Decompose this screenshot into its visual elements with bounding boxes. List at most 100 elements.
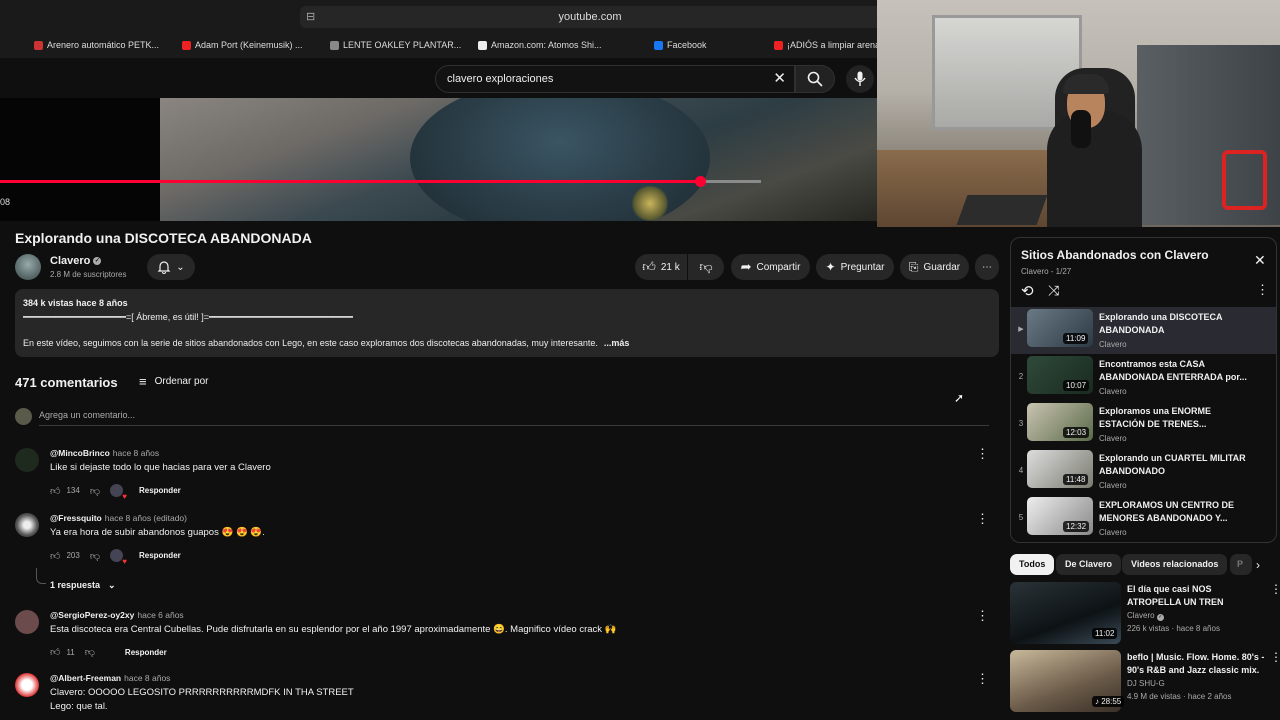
dislike-button[interactable]: 👎︎ — [688, 254, 724, 280]
creator-heart-icon — [109, 549, 127, 566]
address-bar[interactable]: ⊟ youtube.com — [300, 6, 880, 28]
reply-button[interactable]: Responder — [139, 551, 181, 560]
comment-menu-icon[interactable]: ⋮ — [976, 608, 989, 624]
duration-badge: 10:07 — [1063, 380, 1090, 391]
like-count: 134 — [66, 486, 80, 495]
comment-text: Ya era hora de subir abandonos guapos 😍 … — [50, 527, 265, 538]
chip-related[interactable]: Videos relacionados — [1122, 554, 1228, 575]
save-button[interactable]: ⎘ Guardar — [900, 254, 969, 280]
notification-bell-button[interactable]: ⌄ — [147, 254, 195, 280]
commenter-avatar[interactable] — [15, 610, 39, 634]
playlist-menu-icon[interactable]: ⋮ — [1256, 282, 1269, 298]
bookmark-6[interactable]: ¡ADIÓS a limpiar arena — [774, 40, 880, 50]
share-button[interactable]: ➦ Compartir — [731, 254, 810, 280]
playlist-item[interactable]: ▶ 11:09 Explorando una DISCOTECA ABANDON… — [1011, 307, 1276, 354]
bookmark-2[interactable]: Adam Port (Keinemusik) ... — [182, 40, 303, 50]
comment-time[interactable]: hace 6 años — [137, 610, 183, 620]
thumbs-down-icon[interactable]: 👎︎ — [85, 646, 95, 658]
comment-text: Esta discoteca era Central Cubellas. Pud… — [50, 624, 617, 635]
chip-overflow[interactable]: P — [1230, 554, 1252, 575]
bookmark-5[interactable]: Facebook — [654, 40, 707, 50]
duration-badge: 11:02 — [1092, 628, 1118, 639]
channel-name[interactable]: Clavero ✓ — [50, 255, 102, 267]
shuffle-icon[interactable]: ⤨ — [1048, 282, 1059, 299]
like-count: 203 — [66, 551, 80, 560]
thumbs-up-icon[interactable]: 👍︎ — [50, 646, 60, 658]
more-actions-button[interactable]: ⋯ — [975, 254, 999, 280]
search-icon — [807, 71, 823, 87]
comment-menu-icon[interactable]: ⋮ — [976, 671, 989, 687]
related-channel: Clavero ✓ — [1127, 611, 1164, 621]
close-icon[interactable]: ✕ — [1254, 252, 1266, 269]
progress-scrubber[interactable] — [694, 176, 706, 187]
related-video[interactable]: ♪ 28:55 beflo | Music. Flow. Home. 80's … — [1010, 650, 1280, 715]
playlist-item-channel: Clavero — [1099, 481, 1127, 490]
description-line: ━━━━━━━━━━━━━━━━━━━=[ Ábreme, es útil! ]… — [23, 312, 353, 322]
site-settings-icon[interactable]: ⊟ — [306, 6, 315, 28]
ask-button[interactable]: ✦ Preguntar — [816, 254, 894, 280]
sort-comments-button[interactable]: ≡ Ordenar por — [139, 374, 209, 389]
playlist-item[interactable]: 3 12:03 Exploramos una ENORME ESTACIÓN D… — [1011, 401, 1276, 448]
playlist-item[interactable]: 5 12:32 EXPLORAMOS UN CENTRO DE MENORES … — [1011, 495, 1276, 542]
now-playing-indicator: ▶ — [1018, 326, 1024, 333]
thumbs-down-icon[interactable]: 👎︎ — [90, 485, 100, 497]
playlist-item-channel: Clavero — [1099, 340, 1127, 349]
comment-author[interactable]: @Fressquito — [50, 513, 102, 523]
commenter-avatar[interactable] — [15, 673, 39, 697]
thumbs-down-icon[interactable]: 👎︎ — [90, 550, 100, 562]
channel-avatar[interactable] — [15, 254, 41, 280]
show-more-link[interactable]: ...más — [604, 338, 630, 348]
share-icon: ➦ — [740, 259, 752, 274]
playlist-item-channel: Clavero — [1099, 387, 1127, 396]
description-box[interactable]: 384 k vistas hace 8 años ━━━━━━━━━━━━━━━… — [15, 289, 999, 357]
related-menu-icon[interactable]: ⋮ — [1270, 650, 1280, 664]
add-comment-input[interactable]: Agrega un comentario... — [39, 410, 135, 420]
comment-time[interactable]: hace 8 años (editado) — [105, 513, 187, 523]
comment-author[interactable]: @SergioPerez-oy2xy — [50, 610, 134, 620]
search-input[interactable]: clavero exploraciones ✕ — [435, 65, 795, 93]
related-video[interactable]: 11:02 El día que casi NOS ATROPELLA UN T… — [1010, 582, 1280, 647]
like-button[interactable]: 👍︎ 21 k — [635, 254, 687, 280]
related-menu-icon[interactable]: ⋮ — [1270, 582, 1280, 596]
search-button[interactable] — [795, 65, 835, 93]
playlist-meta: Clavero - 1/27 — [1021, 267, 1072, 276]
user-avatar — [15, 408, 32, 425]
comment: @SergioPerez-oy2xy hace 6 años Esta disco… — [15, 608, 995, 660]
chip-all[interactable]: Todos — [1010, 554, 1055, 575]
commenter-avatar[interactable] — [15, 448, 39, 472]
bookmark-1[interactable]: Arenero automático PETK... — [34, 40, 159, 50]
playlist-item-channel: Clavero — [1099, 528, 1127, 537]
related-meta: 4.9 M de vistas · hace 2 años — [1127, 692, 1232, 701]
playlist-item[interactable]: 4 11:48 Explorando un CUARTEL MILITAR AB… — [1011, 448, 1276, 495]
comment-time[interactable]: hace 8 años — [124, 673, 170, 683]
playlist-item[interactable]: 2 10:07 Encontramos esta CASA ABANDONADA… — [1011, 354, 1276, 401]
video-frame[interactable] — [160, 98, 880, 221]
thumbs-up-icon[interactable]: 👍︎ — [50, 485, 60, 497]
related-title: beflo | Music. Flow. Home. 80's - 90's R… — [1127, 652, 1265, 675]
comment-time[interactable]: hace 8 años — [113, 448, 159, 458]
reply-button[interactable]: Responder — [125, 648, 167, 657]
loop-icon[interactable]: ⟲ — [1021, 282, 1034, 300]
commenter-avatar[interactable] — [15, 513, 39, 537]
bookmark-4[interactable]: Amazon.com: Atomos Shi... — [478, 40, 602, 50]
playlist-title[interactable]: Sitios Abandonados con Clavero — [1021, 248, 1209, 262]
chevron-right-icon[interactable]: › — [1256, 558, 1260, 572]
playlist-index: 5 — [1018, 513, 1024, 522]
add-comment-underline — [39, 425, 989, 426]
chip-from-clavero[interactable]: De Clavero — [1056, 554, 1122, 575]
progress-bar-fill — [0, 180, 700, 183]
comment-menu-icon[interactable]: ⋮ — [976, 446, 989, 462]
comment: @Albert-Freeman hace 8 años Clavero: OOOO… — [15, 671, 995, 720]
comment-menu-icon[interactable]: ⋮ — [976, 511, 989, 527]
creator-heart-icon — [109, 484, 127, 501]
voice-search-button[interactable] — [846, 65, 874, 93]
show-replies-button[interactable]: 1 respuesta ⌄ — [50, 580, 116, 591]
bookmark-3[interactable]: LENTE OAKLEY PLANTAR... — [330, 40, 461, 50]
comment-actions: 👍︎ 203 👎︎ Responder — [50, 549, 181, 566]
clear-search-icon[interactable]: ✕ — [773, 66, 786, 92]
playlist-panel: Sitios Abandonados con Clavero Clavero -… — [1010, 237, 1277, 543]
thumbs-up-icon[interactable]: 👍︎ — [50, 550, 60, 562]
comment-author[interactable]: @Albert-Freeman — [50, 673, 121, 683]
comment-author[interactable]: @MincoBrinco — [50, 448, 110, 458]
reply-button[interactable]: Responder — [139, 486, 181, 495]
